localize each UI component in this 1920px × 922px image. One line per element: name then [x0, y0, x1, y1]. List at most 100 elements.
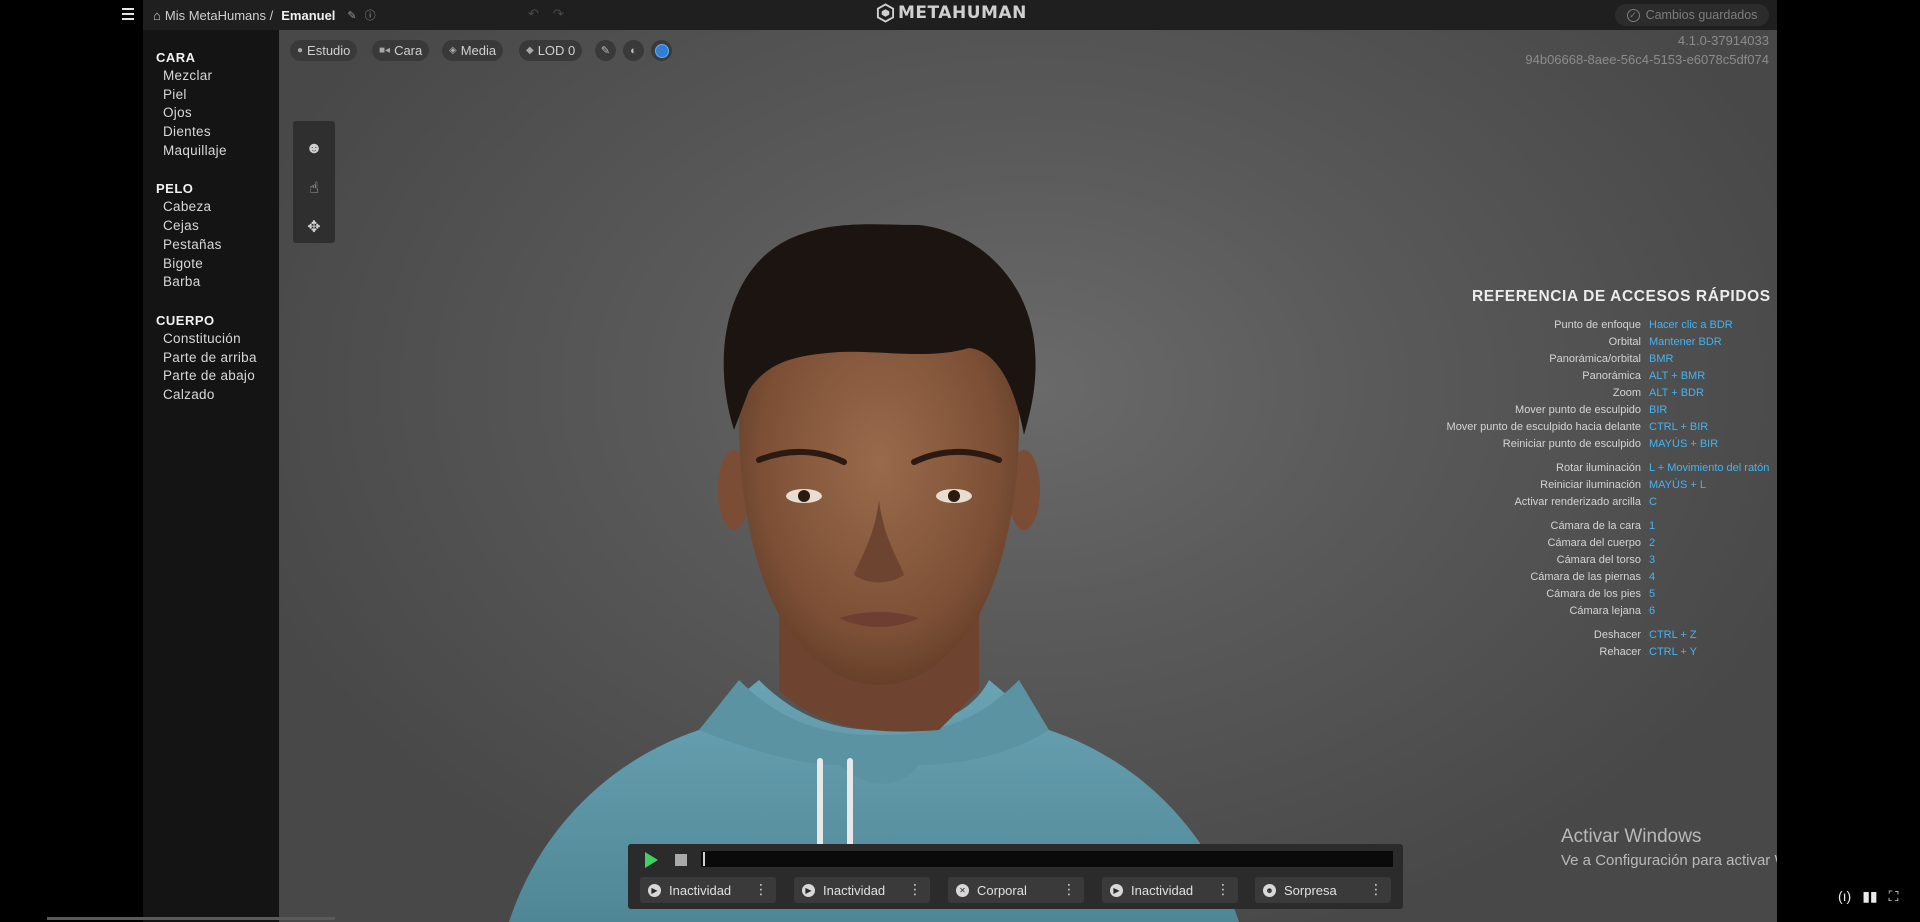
sidebar: CARA Mezclar Piel Ojos Dientes Maquillaj… [143, 30, 279, 922]
sidebar-item-maquillaje[interactable]: Maquillaje [143, 142, 279, 161]
sidebar-item-bigote[interactable]: Bigote [143, 255, 279, 274]
playhead[interactable] [703, 852, 705, 866]
shortcut-key: BIR [1649, 404, 1668, 416]
shortcut-label: Deshacer [1593, 629, 1641, 641]
play-icon[interactable] [645, 852, 658, 868]
more-options-icon[interactable]: ⋮ [908, 881, 922, 897]
lod-selector[interactable]: ◆ LOD 0 [519, 40, 583, 61]
shortcut-label: Reiniciar iluminación [1540, 479, 1641, 491]
sidebar-section-pelo: PELO Cabeza Cejas Pestañas Bigote Barba [143, 179, 279, 291]
quality-selector[interactable]: ◈ Media [442, 40, 504, 61]
redo-icon[interactable]: ↷ [553, 6, 564, 22]
sidebar-item-mezclar[interactable]: Mezclar [143, 67, 279, 86]
more-options-icon[interactable]: ⋮ [754, 881, 768, 897]
animation-slot[interactable]: ☻ Sorpresa ⋮ [1255, 877, 1391, 903]
sidebar-item-barba[interactable]: Barba [143, 273, 279, 292]
sidebar-section-title: PELO [156, 181, 194, 197]
animation-slot[interactable]: ✕ Corporal ⋮ [948, 877, 1084, 903]
more-options-icon[interactable]: ⋮ [1369, 881, 1383, 897]
shortcut-label: Cámara lejana [1569, 605, 1641, 617]
preview-toggle[interactable] [651, 40, 672, 61]
shortcut-key: 2 [1649, 537, 1656, 549]
clay-render-icon[interactable]: ◐ [623, 40, 644, 61]
sidebar-item-calzado[interactable]: Calzado [143, 386, 279, 405]
shortcut-label: Panorámica [1582, 370, 1641, 382]
wireless-icon[interactable]: (ı) [1838, 888, 1851, 905]
build-version: 4.1.0-37914033 [1677, 33, 1769, 48]
shortcut-label: Panorámica/orbital [1549, 353, 1641, 365]
timeline-scrubber[interactable] [701, 851, 1393, 867]
animation-label: Inactividad [669, 882, 732, 898]
shortcut-key: CTRL + Z [1649, 629, 1697, 641]
3d-viewport[interactable]: ● Estudio ■◂ Cara ◈ Media ◆ LOD 0 ✎ ◐ 4.… [279, 30, 1777, 922]
menu-icon[interactable] [122, 8, 134, 20]
more-options-icon[interactable]: ⋮ [1062, 881, 1076, 897]
shortcut-label: Mover punto de esculpido [1515, 404, 1641, 416]
sidebar-item-pestanas[interactable]: Pestañas [143, 236, 279, 255]
skull-icon[interactable]: ☻ [293, 134, 335, 164]
breadcrumb-home[interactable]: Mis MetaHumans / [165, 8, 273, 23]
animation-slot[interactable]: ▶ Inactividad ⋮ [1102, 877, 1238, 903]
undo-icon[interactable]: ↶ [528, 6, 539, 22]
fullscreen-icon[interactable]: ⛶ [1889, 888, 1899, 905]
edit-icon[interactable]: ✎ [347, 9, 356, 22]
sidebar-item-cabeza[interactable]: Cabeza [143, 198, 279, 217]
stats-icon[interactable]: ▮▮ [1862, 888, 1877, 905]
face-icon: ☻ [1263, 883, 1276, 897]
camera-selector[interactable]: ■◂ Cara [372, 40, 430, 61]
shortcut-label: Reiniciar punto de esculpido [1502, 438, 1641, 450]
sidebar-item-piel[interactable]: Piel [143, 86, 279, 105]
shortcut-key: 5 [1649, 588, 1656, 600]
lighting-selector[interactable]: ● Estudio [290, 40, 358, 61]
shortcut-key: 4 [1649, 571, 1656, 583]
animation-label: Sorpresa [1284, 882, 1337, 898]
sidebar-item-ojos[interactable]: Ojos [143, 104, 279, 123]
sculpt-hand-icon[interactable]: ☝ [293, 173, 335, 203]
animation-playback-bar: ▶ Inactividad ⋮ ▶ Inactividad ⋮ ✕ Corporal ⋮ ▶ Ina… [628, 844, 1403, 909]
shortcut-label: Cámara de la cara [1550, 520, 1642, 532]
brand-logo: METAHUMAN [876, 3, 1027, 23]
shortcut-key: CTRL + Y [1649, 646, 1697, 658]
animation-slot[interactable]: ▶ Inactividad ⋮ [794, 877, 930, 903]
metahuman-character-render [509, 224, 1239, 922]
sidebar-item-constitucion[interactable]: Constitución [143, 330, 279, 349]
animation-slot[interactable]: ▶ Inactividad ⋮ [640, 877, 776, 903]
shortcut-key: 1 [1649, 520, 1656, 532]
play-circle-icon: ▶ [648, 883, 661, 897]
camera-icon: ■◂ [379, 45, 391, 56]
animation-label: Corporal [977, 882, 1027, 898]
watermark-subtitle: Ve a Configuración para activar Windows. [1561, 852, 1777, 869]
shortcut-key: Mantener BDR [1649, 336, 1722, 348]
stop-icon[interactable] [675, 854, 687, 866]
sidebar-section-cuerpo: CUERPO Constitución Parte de arriba Part… [143, 311, 279, 405]
diamond-icon: ◈ [449, 45, 457, 56]
metahuman-logo-icon [876, 3, 895, 23]
preview-toggle-icon [654, 43, 669, 58]
shortcut-key: L + Movimiento del ratón [1649, 462, 1770, 474]
sidebar-section-title: CARA [156, 50, 196, 65]
horizontal-scrollbar[interactable] [47, 917, 335, 920]
running-figure-icon: ✕ [956, 883, 969, 897]
play-circle-icon: ▶ [1110, 883, 1123, 897]
lightbulb-icon: ● [297, 45, 304, 56]
shortcut-label: Mover punto de esculpido hacia delante [1446, 421, 1641, 433]
shortcut-key: 3 [1649, 554, 1656, 566]
sidebar-item-parte-abajo[interactable]: Parte de abajo [143, 367, 279, 386]
version-info: 4.1.0-37914033 94b06668-8aee-56c4-5153-e… [1525, 31, 1769, 69]
viewport-tools-panel: ☻ ☝ ✥ [293, 121, 335, 243]
sidebar-item-cejas[interactable]: Cejas [143, 217, 279, 236]
more-options-icon[interactable]: ⋮ [1216, 881, 1230, 897]
sidebar-section-title: CUERPO [156, 312, 215, 328]
sidebar-item-dientes[interactable]: Dientes [143, 123, 279, 142]
shortcut-key: MAYÚS + BIR [1649, 438, 1719, 450]
help-icon[interactable]: ⓘ [365, 7, 376, 23]
shortcut-key: CTRL + BIR [1649, 421, 1709, 433]
sidebar-item-parte-arriba[interactable]: Parte de arriba [143, 349, 279, 368]
home-icon[interactable]: ⌂ [153, 8, 161, 23]
shortcut-key: ALT + BDR [1649, 387, 1704, 399]
eyedropper-icon[interactable]: ✎ [595, 40, 616, 61]
lod-label: LOD 0 [537, 43, 576, 58]
shortcut-key: Hacer clic a BDR [1649, 319, 1733, 331]
shortcut-key: ALT + BMR [1649, 370, 1706, 382]
move-icon[interactable]: ✥ [293, 212, 335, 242]
